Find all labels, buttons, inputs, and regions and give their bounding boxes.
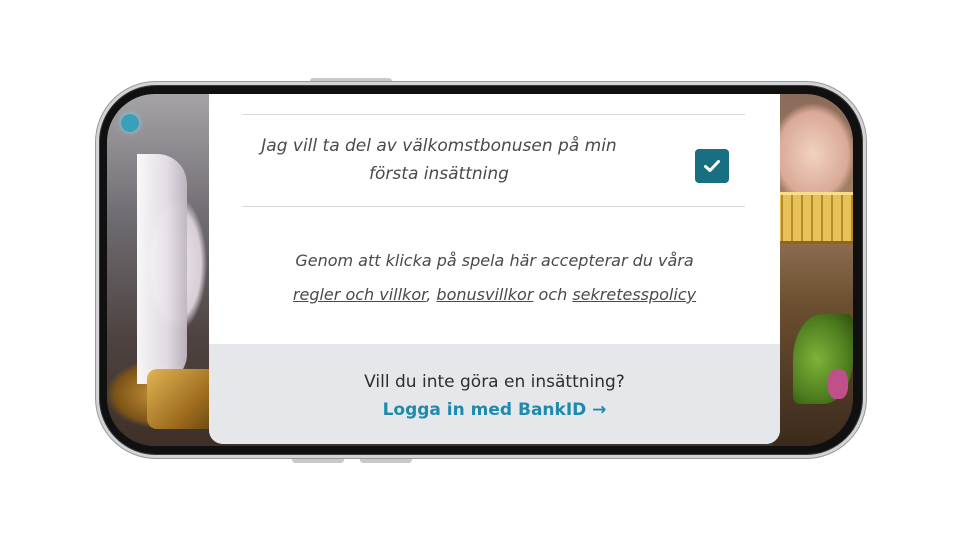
- cloth-decoration: [137, 154, 187, 384]
- check-icon: [704, 160, 720, 172]
- bonus-optin-checkbox[interactable]: [695, 149, 729, 183]
- game-background-right: [773, 94, 853, 446]
- terms-prefix: Genom att klicka på spela här accepterar…: [295, 251, 694, 270]
- terms-notice: Genom att klicka på spela här accepterar…: [209, 244, 780, 312]
- bonus-terms-link[interactable]: bonusvillkor: [436, 285, 533, 304]
- terms-separator: ,: [426, 285, 432, 304]
- registration-modal: Jag vill ta del av välkomstbonusen på mi…: [209, 94, 780, 444]
- divider: [242, 206, 745, 207]
- terms-links: regler och villkor, bonusvillkor och sek…: [209, 278, 780, 312]
- no-deposit-question: Vill du inte göra en insättning?: [364, 372, 625, 392]
- flower-decoration: [828, 369, 848, 399]
- terms-separator: och: [538, 285, 568, 304]
- login-footer: Vill du inte göra en insättning? Logga i…: [209, 344, 780, 444]
- gem-decoration: [121, 114, 139, 132]
- golden-pillar: [773, 192, 853, 244]
- divider: [242, 114, 745, 115]
- bankid-login-link[interactable]: Logga in med BankID →: [383, 398, 607, 422]
- rules-link[interactable]: regler och villkor: [293, 285, 426, 304]
- bonus-optin-label: Jag vill ta del av välkomstbonusen på mi…: [261, 136, 617, 184]
- privacy-policy-link[interactable]: sekretesspolicy: [572, 285, 696, 304]
